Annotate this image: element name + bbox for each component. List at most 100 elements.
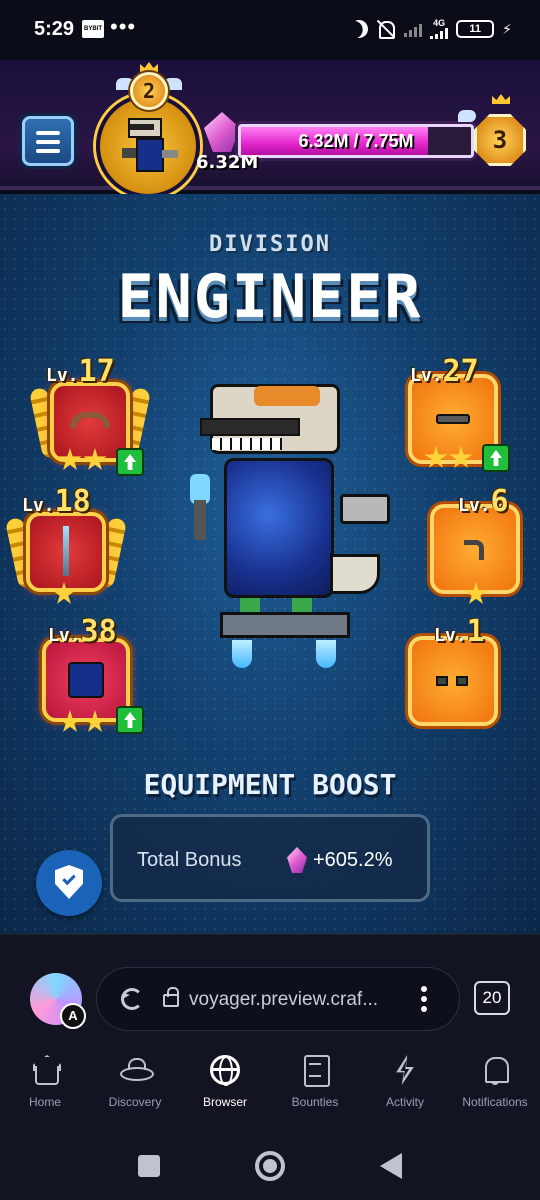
slot-frame	[408, 636, 498, 726]
xp-progress-bar: 6.32M / 7.75M	[238, 124, 474, 158]
slot-level: Lv.1	[434, 614, 485, 649]
scroll-icon	[300, 1055, 330, 1087]
nav-bounties[interactable]: Bounties	[270, 1045, 360, 1109]
reload-icon[interactable]	[121, 988, 143, 1010]
silent-mode-icon	[376, 19, 396, 39]
bolt-icon	[390, 1055, 420, 1085]
back-button[interactable]	[380, 1153, 402, 1179]
system-navigation	[0, 1135, 540, 1200]
nav-label: Discovery	[108, 1095, 162, 1109]
address-bar[interactable]: voyager.preview.craf...	[96, 967, 460, 1031]
division-name: ENGINEER	[117, 262, 423, 332]
star-icon	[58, 448, 82, 470]
slot-level: Lv.17	[46, 354, 115, 389]
star-icon	[83, 448, 107, 470]
upgrade-arrow-icon	[116, 448, 144, 476]
bottom-navigation: Home Discovery Browser Bounties Activity…	[0, 1045, 540, 1125]
nav-label: Notifications	[462, 1095, 528, 1109]
division-panel: DIVISION ENGINEER Lv.17 Lv.18 Lv.38 Lv.2…	[0, 194, 540, 934]
globe-icon	[210, 1055, 240, 1086]
battery-icon: 11	[456, 20, 495, 38]
slot-level: Lv.38	[48, 614, 117, 649]
nav-browser[interactable]: Browser	[180, 1045, 270, 1109]
star-icon	[449, 446, 473, 468]
signal-icon-sim2	[430, 28, 449, 39]
blaster-icon	[436, 414, 470, 424]
security-shield-button[interactable]	[36, 850, 102, 916]
menu-icon-line	[36, 131, 60, 135]
slot-level: Lv.18	[22, 484, 91, 519]
menu-icon-line	[36, 149, 60, 153]
division-label: DIVISION	[209, 232, 331, 257]
slot-stars	[464, 582, 488, 606]
nav-label: Activity	[385, 1095, 424, 1109]
star-icon	[58, 710, 82, 732]
game-header: 2 6.32M / 7.75M 6.32M 3	[0, 60, 540, 198]
space-suit-icon	[68, 662, 104, 698]
crown-icon	[492, 94, 510, 104]
total-bonus-panel: Total Bonus +605.2%	[110, 814, 430, 902]
scepter-icon	[63, 526, 69, 576]
do-not-disturb-icon	[347, 17, 372, 42]
equipment-slot-boomerang[interactable]: Lv.17	[28, 354, 152, 476]
home-icon	[30, 1055, 60, 1085]
slot-stars	[58, 448, 107, 472]
star-icon	[424, 446, 448, 468]
slot-level: Lv.6	[458, 484, 509, 519]
equipment-slot-boots[interactable]: Lv.1	[400, 614, 520, 734]
equipment-boost-title: EQUIPMENT BOOST	[143, 768, 397, 801]
equipment-slot-wrench[interactable]: Lv.6	[420, 484, 530, 604]
total-bonus-label: Total Bonus	[137, 849, 242, 871]
character-portrait-icon	[122, 118, 180, 180]
boots-icon	[456, 676, 468, 686]
gem-icon	[204, 112, 240, 152]
slot-level: Lv.27	[410, 354, 479, 389]
browser-bar: A voyager.preview.craf... 20 Home Discov…	[0, 934, 540, 1200]
star-icon	[83, 710, 107, 732]
signal-icon-sim1	[404, 21, 423, 37]
slot-stars	[424, 446, 473, 470]
recents-button[interactable]	[138, 1155, 160, 1177]
more-options-icon[interactable]	[421, 986, 427, 1014]
nav-activity[interactable]: Activity	[360, 1045, 450, 1109]
nav-label: Browser	[202, 1095, 247, 1109]
status-indicators: 4G 11 ⚡	[350, 18, 512, 40]
url-text[interactable]: voyager.preview.craf...	[189, 989, 411, 1011]
wrench-icon	[464, 540, 484, 560]
star-icon	[464, 582, 488, 604]
menu-button[interactable]	[22, 116, 74, 166]
star-icon	[52, 582, 76, 604]
tab-count-button[interactable]: 20	[474, 981, 510, 1015]
charging-icon: ⚡	[502, 20, 512, 37]
more-notifications-icon: •••	[110, 14, 137, 39]
status-bar: 5:29 BYBIT ••• 4G 11 ⚡	[0, 0, 540, 60]
status-time: 5:29	[34, 18, 75, 40]
xp-progress-text: 6.32M / 7.75M	[298, 131, 414, 151]
boots-icon	[436, 676, 448, 686]
upgrade-arrow-icon	[116, 706, 144, 734]
bybit-notification-icon: BYBIT	[82, 20, 104, 38]
nav-label: Bounties	[291, 1095, 339, 1109]
engineer-character-sprite	[180, 384, 400, 684]
xp-amount: 6.32M	[196, 152, 259, 173]
nav-label: Home	[28, 1095, 61, 1109]
wallet-badge: A	[60, 1003, 86, 1029]
menu-icon-line	[36, 140, 60, 144]
ufo-icon	[120, 1055, 154, 1085]
nav-discovery[interactable]: Discovery	[90, 1045, 180, 1109]
total-bonus-value: +605.2%	[313, 849, 393, 871]
equipment-slot-blaster[interactable]: Lv.27	[400, 354, 520, 474]
gem-icon	[287, 847, 307, 873]
slot-stars	[58, 710, 107, 734]
network-type: 4G	[433, 18, 446, 28]
upgrade-arrow-icon	[482, 444, 510, 472]
equipment-slot-suit[interactable]: Lv.38	[40, 614, 150, 734]
nav-notifications[interactable]: Notifications	[450, 1045, 540, 1109]
network-indicator: 4G	[430, 18, 449, 39]
player-level-badge: 2	[130, 72, 168, 110]
nav-home[interactable]: Home	[0, 1045, 90, 1109]
home-button[interactable]	[255, 1151, 285, 1181]
equipment-slot-scepter[interactable]: Lv.18	[4, 484, 128, 604]
next-level-badge: 3	[474, 114, 526, 166]
crown-icon	[140, 62, 158, 72]
